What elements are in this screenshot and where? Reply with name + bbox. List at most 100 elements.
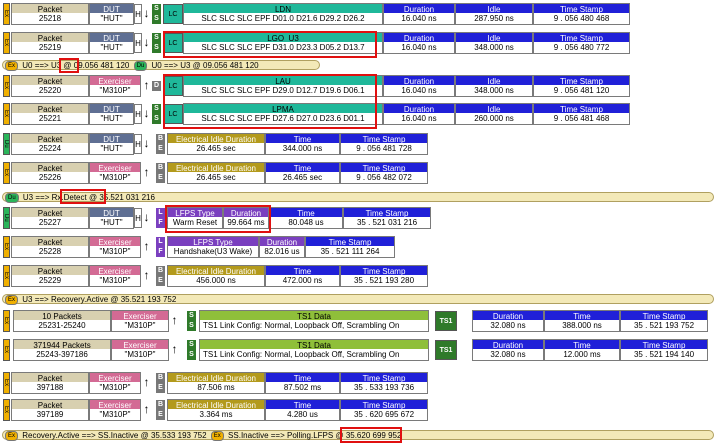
timestamp-cell[interactable]: Time Stamp 35 . 521 194 140 xyxy=(620,339,708,361)
dut-cell[interactable]: DUT "HUT" xyxy=(89,103,134,125)
ts1-data-value: TS1 Link Config: Normal, Loopback Off, S… xyxy=(200,349,428,360)
packet-cell[interactable]: Packet 397188 xyxy=(11,372,89,394)
packet-row-397188[interactable]: Ex Packet 397188 Exerciser "M310P" ↑ B E E… xyxy=(3,372,709,396)
eid-cell[interactable]: Electrical Idle Duration 87.506 ms xyxy=(167,372,265,394)
e-marker: E xyxy=(156,383,165,393)
state-transition-bar[interactable]: Ex U3 ==> Recovery.Active @ 35.521 193 7… xyxy=(2,294,714,305)
dut-cell[interactable]: DUT "HUT" xyxy=(89,32,134,54)
packet-row-25221[interactable]: Ex Packet 25221 DUT "HUT" H ↓ S S LC LPMA S… xyxy=(3,103,709,127)
duration-cell[interactable]: Duration 16.040 ns xyxy=(383,3,455,25)
packet-group-row[interactable]: Ex 371944 Packets 25243-397186 Exerciser "… xyxy=(3,339,709,363)
duration-cell[interactable]: Duration 16.040 ns xyxy=(383,75,455,97)
timestamp-cell[interactable]: Time Stamp 9 . 056 481 120 xyxy=(533,75,630,97)
packet-cell[interactable]: Packet 25218 xyxy=(11,3,89,25)
eid-cell[interactable]: Electrical Idle Duration 26.465 sec xyxy=(167,133,265,155)
timestamp-cell[interactable]: Time Stamp 9 . 056 482 072 xyxy=(340,162,428,184)
packet-cell[interactable]: Packet 25226 xyxy=(11,162,89,184)
ex-badge: Ex xyxy=(3,236,10,258)
packet-row-25219[interactable]: Ex Packet 25219 DUT "HUT" H ↓ S S LC LGO_U… xyxy=(3,32,709,56)
lc-data-cell[interactable]: LPMA SLC SLC SLC EPF D27.6 D27.0 D23.6 D0… xyxy=(183,103,383,125)
packet-cell[interactable]: Packet 25228 xyxy=(11,236,89,258)
packet-row-25229[interactable]: Ex Packet 25229 Exerciser "M310P" ↑ B E El… xyxy=(3,265,709,289)
duration-value: 99.664 ms xyxy=(224,217,268,228)
eid-cell[interactable]: Electrical Idle Duration 26.465 sec xyxy=(167,162,265,184)
packet-cell[interactable]: Packet 25229 xyxy=(11,265,89,287)
exerciser-cell[interactable]: Exerciser "M310P" xyxy=(89,75,141,97)
exerciser-cell[interactable]: Exerciser "M310P" xyxy=(89,236,141,258)
packet-group-row[interactable]: Ex 10 Packets 25231-25240 Exerciser "M310P… xyxy=(3,310,709,334)
packet-cell[interactable]: Packet 397189 xyxy=(11,399,89,421)
timestamp-cell[interactable]: Time Stamp 35 . 620 695 672 xyxy=(340,399,428,421)
timestamp-cell[interactable]: Time Stamp 35 . 521 193 752 xyxy=(620,310,708,332)
dut-value: "HUT" xyxy=(90,113,133,124)
exerciser-cell[interactable]: Exerciser "M310P" xyxy=(89,372,141,394)
time-cell[interactable]: Time 12.000 ms xyxy=(544,339,620,361)
ts1-data-cell[interactable]: TS1 Data TS1 Link Config: Normal, Loopbac… xyxy=(199,339,429,361)
timestamp-cell[interactable]: Time Stamp 9 . 056 480 468 xyxy=(533,3,630,25)
packet-row-397189[interactable]: Ex Packet 397189 Exerciser "M310P" ↑ B E E… xyxy=(3,399,709,423)
duration-cell[interactable]: Duration 99.664 ms xyxy=(223,207,269,229)
duration-cell[interactable]: Duration 32.080 ns xyxy=(472,339,544,361)
time-cell[interactable]: Time 26.465 sec xyxy=(265,162,340,184)
idle-cell[interactable]: Idle 348.000 ns xyxy=(455,75,533,97)
packet-group-cell[interactable]: 10 Packets 25231-25240 xyxy=(13,310,111,332)
time-cell[interactable]: Time 472.000 ns xyxy=(265,265,340,287)
eid-value: 3.364 ms xyxy=(168,409,264,420)
lc-data-cell[interactable]: LDN SLC SLC SLC EPF D01.0 D21.6 D29.2 D26… xyxy=(183,3,383,25)
ts1-badge: TS1 xyxy=(435,311,457,331)
timestamp-cell[interactable]: Time Stamp 35 . 533 193 736 xyxy=(340,372,428,394)
timestamp-cell[interactable]: Time Stamp 35 . 521 193 280 xyxy=(340,265,428,287)
packet-group-cell[interactable]: 371944 Packets 25243-397186 xyxy=(13,339,111,361)
exerciser-cell[interactable]: Exerciser "M310P" xyxy=(111,310,169,332)
duration-cell[interactable]: Duration 32.080 ns xyxy=(472,310,544,332)
timestamp-cell[interactable]: Time Stamp 35 . 521 111 264 xyxy=(305,236,395,258)
dut-cell[interactable]: DUT "HUT" xyxy=(89,207,134,229)
eid-cell[interactable]: Electrical Idle Duration 3.364 ms xyxy=(167,399,265,421)
time-cell[interactable]: Time 388.000 ns xyxy=(544,310,620,332)
state-transition-bar[interactable]: Du U3 ==> Rx.Detect @ 35.521 031 216 xyxy=(2,192,714,203)
timestamp-cell[interactable]: Time Stamp 9 . 056 481 728 xyxy=(340,133,428,155)
eid-cell[interactable]: Electrical Idle Duration 456.000 ns xyxy=(167,265,265,287)
packet-row-25220[interactable]: Ex Packet 25220 Exerciser "M310P" ↑ D LC L… xyxy=(3,75,709,99)
f-marker: F xyxy=(156,218,165,228)
packet-row-25226[interactable]: Ex Packet 25226 Exerciser "M310P" ↑ B E El… xyxy=(3,162,709,186)
lc-data-cell[interactable]: LAU SLC SLC SLC EPF D29.0 D12.7 D19.6 D06… xyxy=(183,75,383,97)
state-text: U3 ==> Recovery.Active @ 35.521 193 752 xyxy=(22,295,177,305)
ts1-data-cell[interactable]: TS1 Data TS1 Link Config: Normal, Loopbac… xyxy=(199,310,429,332)
timestamp-cell[interactable]: Time Stamp 35 . 521 031 216 xyxy=(343,207,431,229)
lc-data-cell[interactable]: LGO_U3 SLC SLC SLC EPF D31.0 D23.3 D05.2 … xyxy=(183,32,383,54)
packet-cell[interactable]: Packet 25224 xyxy=(11,133,89,155)
idle-cell[interactable]: Idle 348.000 ns xyxy=(455,32,533,54)
exerciser-cell[interactable]: Exerciser "M310P" xyxy=(89,399,141,421)
time-cell[interactable]: Time 87.502 ms xyxy=(265,372,340,394)
exerciser-cell[interactable]: Exerciser "M310P" xyxy=(89,162,141,184)
idle-cell[interactable]: Idle 260.000 ns xyxy=(455,103,533,125)
dut-cell[interactable]: DUT "HUT" xyxy=(89,133,134,155)
packet-cell[interactable]: Packet 25221 xyxy=(11,103,89,125)
packet-row-25228[interactable]: Ex Packet 25228 Exerciser "M310P" ↑ L F LF… xyxy=(3,236,709,260)
duration-cell[interactable]: Duration 16.040 ns xyxy=(383,103,455,125)
state-transition-bar[interactable]: Ex U0 ==> U3 @ 09.056 481 120 Du U0 ==> … xyxy=(2,60,320,71)
time-cell[interactable]: Time 80.048 us xyxy=(269,207,343,229)
packet-cell[interactable]: Packet 25227 xyxy=(11,207,89,229)
packet-cell[interactable]: Packet 25220 xyxy=(11,75,89,97)
exerciser-cell[interactable]: Exerciser "M310P" xyxy=(89,265,141,287)
idle-cell[interactable]: Idle 287.950 ns xyxy=(455,3,533,25)
packet-cell[interactable]: Packet 25219 xyxy=(11,32,89,54)
time-cell[interactable]: Time 4.280 us xyxy=(265,399,340,421)
dut-cell[interactable]: DUT "HUT" xyxy=(89,3,134,25)
timestamp-cell[interactable]: Time Stamp 9 . 056 480 772 xyxy=(533,32,630,54)
arrow-down-icon: ↓ xyxy=(143,210,150,224)
duration-cell[interactable]: Duration 82.016 us xyxy=(259,236,305,258)
exerciser-cell[interactable]: Exerciser "M310P" xyxy=(111,339,169,361)
packet-row-25227[interactable]: Du Packet 25227 DUT "HUT" H ↓ L F LFPS Typ… xyxy=(3,207,709,231)
lfps-type-cell[interactable]: LFPS Type Warm Reset xyxy=(167,207,223,229)
packet-row-25224[interactable]: Du Packet 25224 DUT "HUT" H ↓ B E Electric… xyxy=(3,133,709,157)
time-cell[interactable]: Time 344.000 ns xyxy=(265,133,340,155)
lfps-type-cell[interactable]: LFPS Type Handshake(U3 Wake) xyxy=(167,236,259,258)
state-transition-bar[interactable]: Ex Recovery.Active ==> SS.Inactive @ 35.… xyxy=(2,430,714,441)
duration-cell[interactable]: Duration 16.040 ns xyxy=(383,32,455,54)
timestamp-cell[interactable]: Time Stamp 9 . 056 481 468 xyxy=(533,103,630,125)
packet-row-25218[interactable]: Ex Packet 25218 DUT "HUT" H ↓ S S LC LDN SL… xyxy=(3,3,709,27)
b-marker: B xyxy=(156,134,165,144)
